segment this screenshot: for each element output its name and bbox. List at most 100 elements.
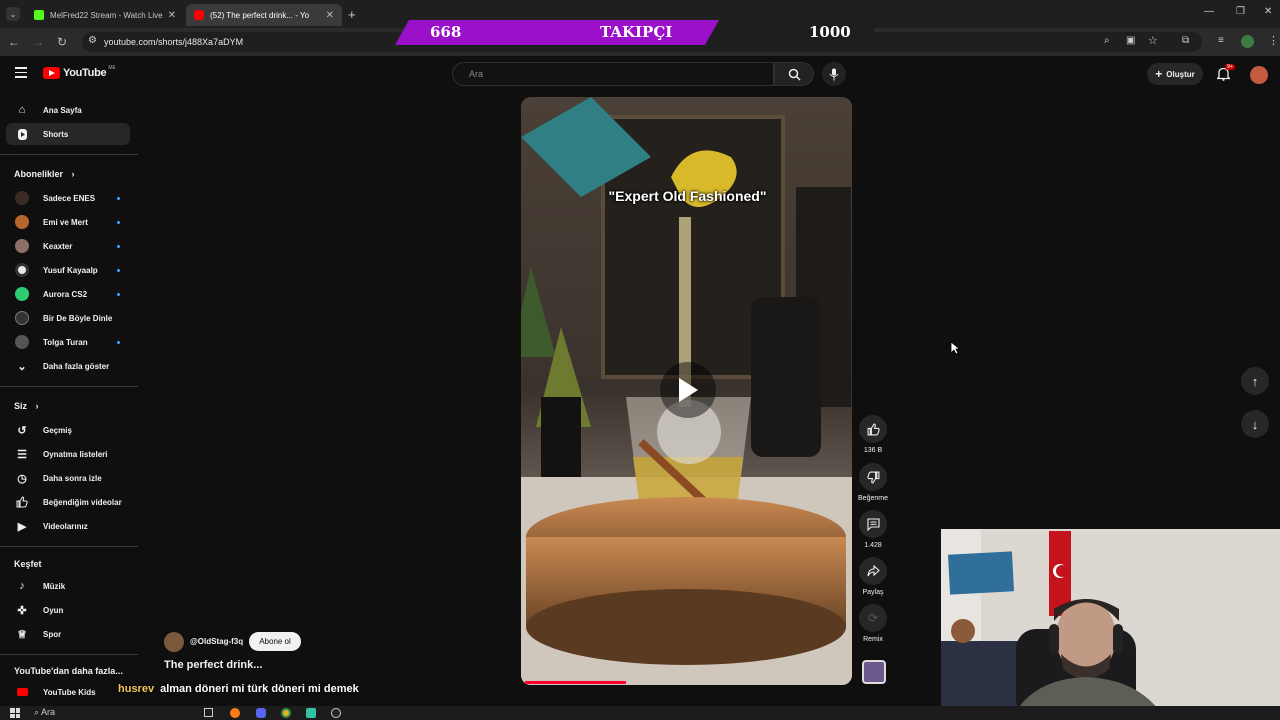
windows-start-icon[interactable] — [10, 708, 20, 718]
subscription-label: Emi ve Mert — [43, 217, 88, 227]
sidebar-item-shorts[interactable]: Shorts — [6, 123, 130, 145]
sidebar-item-home[interactable]: ⌂ Ana Sayfa — [6, 99, 130, 121]
firefox-icon[interactable] — [230, 708, 240, 718]
remix-icon: ⟳ — [867, 611, 879, 625]
notification-badge: 9+ — [1225, 64, 1236, 70]
sidebar-item-your-videos[interactable]: ▶ Videolarınız — [6, 515, 130, 537]
zoom-icon[interactable]: ⌕ — [1104, 35, 1110, 46]
new-tab-button[interactable]: + — [348, 7, 356, 22]
hamburger-menu-icon[interactable] — [15, 67, 27, 78]
search-input[interactable]: Ara — [452, 62, 774, 86]
subscription-label: Bir De Böyle Dinle — [43, 313, 113, 323]
subscription-label: Sadece ENES — [43, 193, 96, 203]
follower-count: 668 — [430, 23, 462, 41]
new-content-dot — [117, 340, 120, 344]
sidebar-item-music[interactable]: ♪ Müzik — [6, 575, 130, 597]
channel-avatar[interactable] — [164, 632, 184, 652]
youtube-icon — [194, 10, 204, 20]
stream-chat-message: husrev alman döneri mi türk döneri mi dem… — [118, 683, 359, 695]
sidebar-item-label: Beğendiğim videolar — [43, 497, 122, 507]
search-placeholder: Ara — [469, 69, 484, 79]
play-button[interactable] — [660, 362, 716, 418]
tab-stream[interactable]: MelFred22 Stream - Watch Live ✕ — [26, 4, 184, 26]
cast-icon[interactable]: ▣ — [1126, 35, 1135, 46]
taskbar-search[interactable]: ⌕ Ara — [34, 707, 55, 718]
url-text: youtube.com/shorts/j488Xa7aDYM — [104, 37, 244, 47]
media-icon[interactable]: ≡ — [1218, 35, 1224, 46]
video-progress-bar[interactable] — [525, 681, 626, 684]
sidebar-item-playlists[interactable]: ☰ Oynatma listeleri — [6, 443, 130, 465]
streamlabs-icon[interactable] — [306, 708, 316, 718]
sidebar-item-liked[interactable]: Beğendiğim videolar — [6, 491, 130, 513]
sidebar-item-history[interactable]: ↺ Geçmiş — [6, 419, 130, 441]
dislike-button[interactable] — [859, 463, 887, 491]
subscription-item[interactable]: Tolga Turan — [6, 331, 130, 353]
search-button[interactable] — [774, 62, 814, 86]
subscription-item[interactable]: Sadece ENES — [6, 187, 130, 209]
chevron-right-icon: › — [35, 401, 39, 411]
site-info-icon[interactable]: ⚙ — [88, 35, 97, 46]
discord-icon[interactable] — [256, 708, 266, 718]
voice-search-button[interactable] — [822, 62, 846, 86]
short-title[interactable]: The perfect drink... — [164, 659, 262, 671]
channel-avatar — [15, 263, 29, 277]
channel-name[interactable]: @OldStag-f3q — [190, 637, 243, 646]
reload-button[interactable]: ↻ — [54, 34, 70, 50]
video-icon: ▶ — [17, 520, 27, 533]
remix-button[interactable]: ⟳ — [859, 604, 887, 632]
subscription-item[interactable]: Emi ve Mert — [6, 211, 130, 233]
tab-list-button[interactable]: ⌄ — [6, 7, 20, 21]
profile-icon[interactable] — [1241, 35, 1254, 48]
task-view-icon[interactable] — [204, 708, 213, 717]
obs-icon[interactable] — [331, 708, 341, 718]
subscription-item[interactable]: Bir De Böyle Dinle — [6, 307, 130, 329]
chrome-icon[interactable] — [281, 708, 291, 718]
streamer-webcam — [941, 529, 1280, 720]
kick-icon — [34, 10, 44, 20]
webcam-feed — [941, 529, 1280, 720]
subscription-item[interactable]: Keaxter — [6, 235, 130, 257]
back-button[interactable]: ← — [6, 34, 22, 50]
browser-menu-icon[interactable]: ⋮ — [1268, 34, 1279, 47]
like-button[interactable] — [859, 415, 887, 443]
sidebar-item-gaming[interactable]: ✜ Oyun — [6, 599, 130, 621]
forward-button[interactable]: → — [30, 34, 46, 50]
restore-button[interactable]: ❐ — [1236, 6, 1245, 17]
channel-avatar — [15, 311, 29, 325]
share-icon — [866, 565, 880, 577]
sidebar-item-youtube-kids[interactable]: YouTube Kids — [6, 681, 130, 703]
trophy-icon: ♕ — [17, 628, 27, 641]
sidebar-item-sports[interactable]: ♕ Spor — [6, 623, 130, 645]
close-icon[interactable]: ✕ — [168, 10, 176, 21]
share-button[interactable] — [859, 557, 887, 585]
next-short-button[interactable]: ↓ — [1241, 410, 1269, 438]
account-avatar[interactable] — [1250, 66, 1268, 84]
show-more-button[interactable]: ⌄ Daha fazla göster — [6, 355, 130, 377]
home-icon: ⌂ — [18, 104, 26, 116]
sound-thumbnail[interactable] — [862, 660, 886, 684]
tab-youtube[interactable]: (52) The perfect drink... - Yo ✕ — [186, 4, 342, 26]
previous-short-button[interactable]: ↑ — [1241, 367, 1269, 395]
notifications-button[interactable]: 9+ — [1215, 64, 1236, 86]
subscribe-button[interactable]: Abone ol — [249, 632, 301, 651]
subscriptions-header-label: Abonelikler — [14, 169, 64, 179]
create-button[interactable]: + Oluştur — [1147, 63, 1203, 85]
subscriptions-header[interactable]: Abonelikler › — [14, 169, 75, 179]
youtube-logo[interactable]: YouTube ME — [43, 65, 116, 79]
youtube-logo-text: YouTube — [63, 67, 107, 79]
chevron-down-icon: ⌄ — [17, 360, 27, 373]
comments-button[interactable] — [859, 510, 887, 538]
bookmark-star-icon[interactable]: ☆ — [1148, 34, 1158, 47]
sidebar-item-watch-later[interactable]: ◷ Daha sonra izle — [6, 467, 130, 489]
subscription-item[interactable]: Aurora CS2 — [6, 283, 130, 305]
minimize-button[interactable]: — — [1204, 6, 1214, 17]
window-close-button[interactable]: ✕ — [1264, 6, 1272, 17]
video-overlay-title: "Expert Old Fashioned" — [608, 188, 767, 204]
close-icon[interactable]: ✕ — [326, 10, 334, 21]
more-from-youtube-header: YouTube'dan daha fazla... — [14, 666, 123, 676]
region-code: ME — [108, 65, 116, 71]
extensions-icon[interactable]: ⧉ — [1182, 35, 1189, 46]
you-header[interactable]: Siz › — [14, 401, 39, 411]
subscription-item[interactable]: Yusuf Kayaalp — [6, 259, 130, 281]
youtube-kids-icon — [14, 684, 30, 700]
